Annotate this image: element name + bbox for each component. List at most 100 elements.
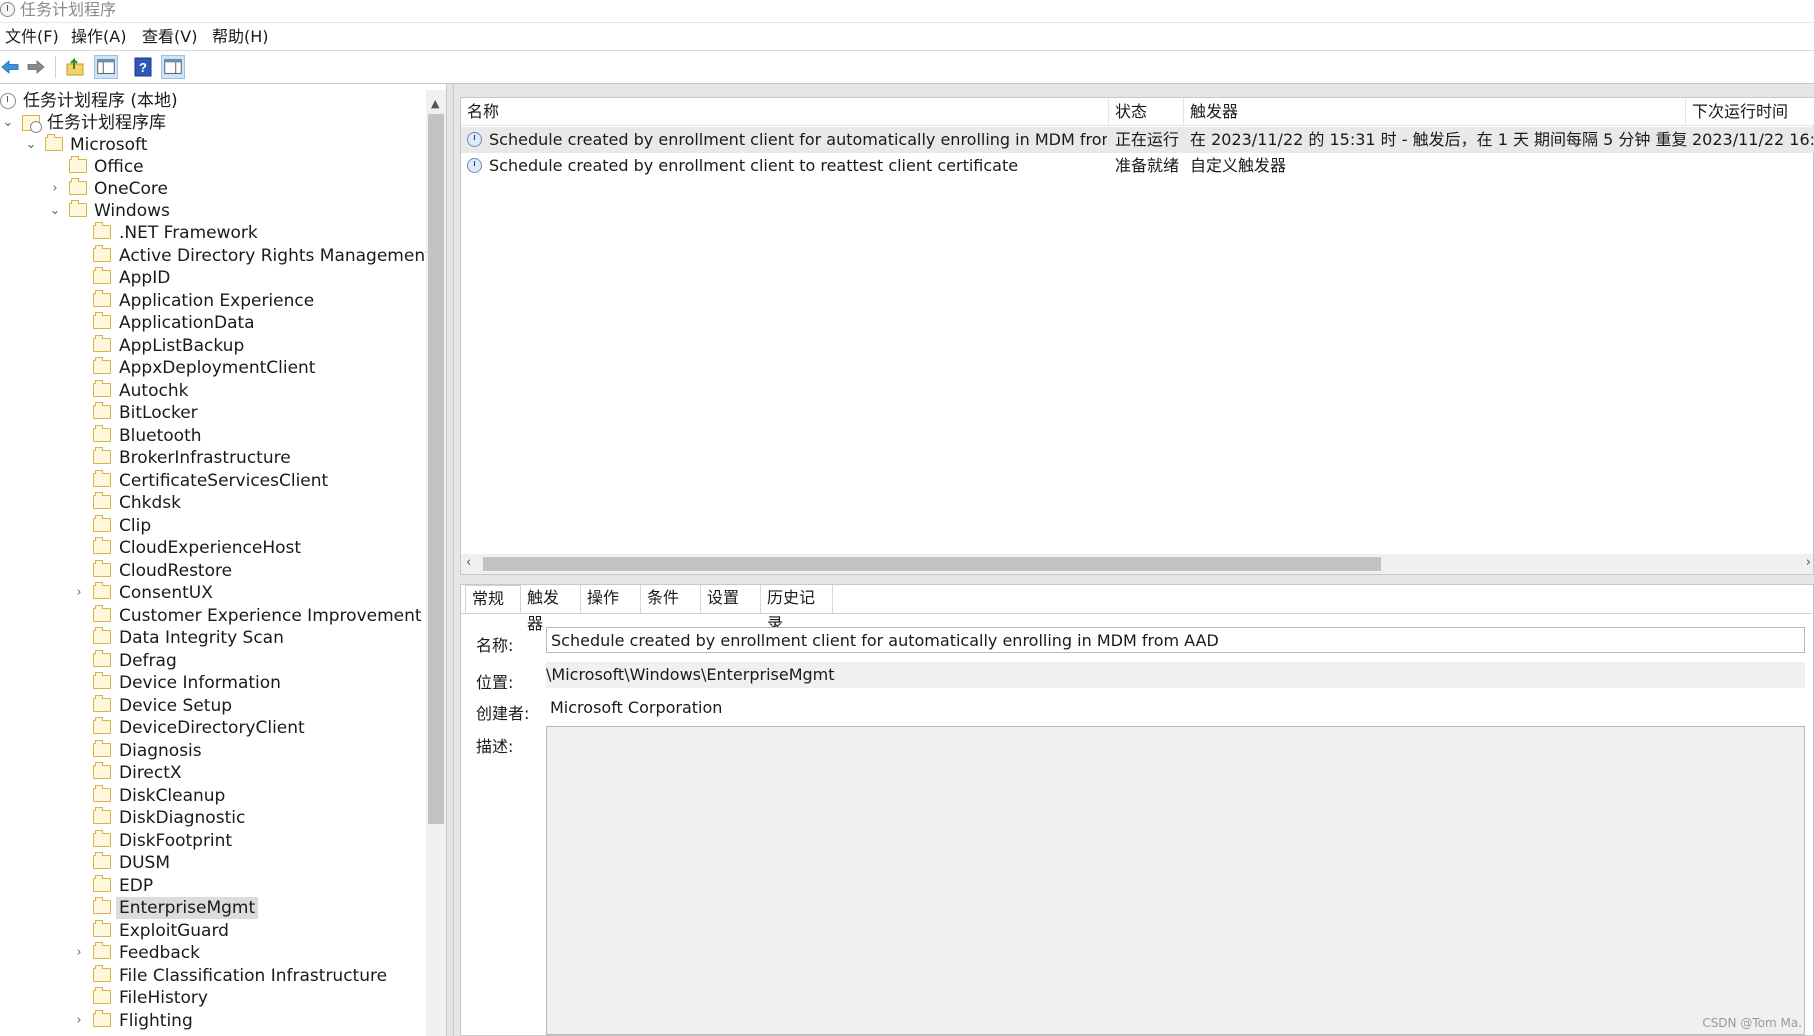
tree-node-label: Active Directory Rights Management Servi…: [119, 245, 426, 266]
tree-node-label: DiskFootprint: [119, 830, 233, 851]
svg-text:?: ?: [139, 60, 147, 75]
up-folder-icon[interactable]: [65, 57, 85, 77]
table-row[interactable]: Schedule created by enrollment client to…: [461, 153, 1814, 179]
menu-help[interactable]: 帮助(H): [212, 27, 269, 47]
task-scheduler-clock-icon: [0, 2, 15, 17]
tree-node-label: Customer Experience Improvement Program: [119, 605, 426, 626]
tree-node-label: CloudExperienceHost: [119, 538, 302, 558]
author-label: 创建者:: [476, 704, 530, 723]
scrollbar-thumb[interactable]: [428, 114, 444, 824]
tree-node-label: Chkdsk: [119, 493, 181, 513]
help-icon[interactable]: ?: [133, 57, 153, 77]
task-description-field[interactable]: [546, 726, 1805, 1035]
folder-icon: [93, 357, 111, 374]
watermark: CSDN @Tom Ma.: [1702, 1016, 1802, 1030]
tab-actions[interactable]: 操作: [581, 585, 641, 613]
scroll-up-arrow-icon[interactable]: ▲: [431, 97, 439, 110]
tree-node-label: .NET Framework: [119, 223, 258, 243]
folder-icon: [93, 492, 111, 509]
column-header-trigger[interactable]: 触发器: [1184, 98, 1686, 125]
chevron-down-icon[interactable]: ⌄: [49, 200, 61, 222]
menu-view[interactable]: 查看(V): [142, 27, 197, 47]
chevron-down-icon[interactable]: ⌄: [2, 112, 14, 134]
table-row[interactable]: Schedule created by enrollment client fo…: [461, 127, 1814, 153]
forward-arrow-icon[interactable]: [26, 57, 46, 77]
tab-general[interactable]: 常规: [465, 585, 521, 613]
tree-node-label: Clip: [119, 515, 152, 536]
location-label: 位置:: [476, 673, 514, 692]
task-location-field: \Microsoft\Windows\EnterpriseMgmt: [546, 662, 1805, 688]
tree-node-label: Defrag: [119, 650, 177, 671]
folder-icon: [69, 156, 87, 173]
chevron-right-icon[interactable]: ›: [49, 178, 61, 200]
task-name: Schedule created by enrollment client fo…: [489, 130, 1107, 149]
folder-icon: [93, 942, 111, 959]
task-trigger: 在 2023/11/22 的 15:31 时 - 触发后，在 1 天 期间每隔 …: [1190, 130, 1688, 149]
tab-settings[interactable]: 设置: [701, 585, 761, 613]
task-next-run: [1692, 153, 1814, 179]
scrollbar-thumb[interactable]: [483, 557, 1381, 571]
folder-icon: [93, 604, 111, 622]
task-clock-icon: [467, 132, 482, 147]
tree-node-label: BitLocker: [119, 403, 198, 423]
tree-node-label: AppxDeploymentClient: [119, 358, 316, 378]
tree-vertical-scrollbar[interactable]: ▲: [426, 90, 446, 1036]
tree-node-label: Device Setup: [119, 695, 233, 716]
folder-icon: [93, 402, 111, 419]
column-header-next-run[interactable]: 下次运行时间: [1686, 98, 1814, 125]
task-list-horizontal-scrollbar[interactable]: ‹ ›: [461, 554, 1813, 574]
toolbar: ?: [0, 51, 1814, 84]
chevron-right-icon[interactable]: ›: [73, 582, 85, 604]
folder-icon: [93, 739, 111, 757]
tab-conditions[interactable]: 条件: [641, 585, 701, 613]
scroll-left-arrow-icon[interactable]: ‹: [466, 555, 471, 570]
folder-icon: [93, 267, 111, 284]
folder-icon: [93, 627, 111, 644]
menu-action[interactable]: 操作(A): [71, 27, 126, 47]
folder-icon: [93, 244, 111, 262]
tree-node-label: CertificateServicesClient: [119, 470, 329, 491]
chevron-right-icon[interactable]: ›: [73, 942, 85, 964]
menu-file[interactable]: 文件(F): [5, 27, 59, 47]
show-hide-action-pane-icon[interactable]: [161, 55, 185, 79]
tree-node-label: CloudRestore: [119, 560, 233, 581]
folder-icon: [93, 919, 111, 937]
chevron-right-icon[interactable]: ›: [73, 1010, 85, 1032]
scroll-right-arrow-icon[interactable]: ›: [1806, 555, 1811, 570]
window-title: 任务计划程序: [20, 0, 117, 19]
tree-root-label: 任务计划程序 (本地): [23, 91, 178, 111]
folder-icon: [93, 334, 111, 352]
folder-icon: [93, 807, 111, 824]
menu-bar: 文件(F) 操作(A) 查看(V) 帮助(H): [0, 23, 1814, 51]
pane-splitter[interactable]: [446, 84, 454, 1036]
tree-node-label: AppID: [119, 268, 171, 288]
tab-history[interactable]: 历史记录: [761, 585, 833, 633]
chevron-down-icon[interactable]: ⌄: [25, 134, 37, 156]
tree-node-label: Data Integrity Scan: [119, 628, 284, 648]
back-arrow-icon[interactable]: [0, 57, 20, 77]
tree-node-label: File Classification Infrastructure: [119, 965, 388, 986]
detail-tabs: 常规 触发器 操作 条件 设置 历史记录: [461, 585, 1814, 633]
task-name-field[interactable]: Schedule created by enrollment client fo…: [546, 627, 1805, 653]
tree-node-label: EnterpriseMgmt: [116, 897, 259, 919]
folder-icon: [93, 784, 111, 802]
tree-node-label: DUSM: [119, 853, 170, 873]
tree-node-label: Autochk: [119, 380, 189, 401]
name-label: 名称:: [476, 636, 514, 655]
column-header-name[interactable]: 名称: [461, 98, 1109, 125]
tree-node-label: Flighting: [119, 1010, 193, 1031]
column-header-status[interactable]: 状态: [1109, 98, 1184, 125]
tab-triggers[interactable]: 触发器: [521, 585, 581, 633]
folder-icon: [93, 694, 111, 712]
task-scheduler-clock-icon: [0, 93, 16, 109]
folder-icon: [93, 289, 111, 307]
tree-node-label: Application Experience: [119, 290, 315, 311]
task-list-panel: 名称 状态 触发器 下次运行时间 Schedule created by enr…: [460, 97, 1814, 575]
title-bar: 任务计划程序: [0, 0, 1814, 23]
toolbar-separator: [55, 56, 56, 78]
tree-node-label: ApplicationData: [119, 313, 255, 333]
task-author-field: Microsoft Corporation: [550, 698, 723, 717]
folder-icon: [93, 829, 111, 847]
show-hide-console-tree-icon[interactable]: [94, 55, 118, 79]
tree-node-label: OneCore: [94, 179, 168, 199]
